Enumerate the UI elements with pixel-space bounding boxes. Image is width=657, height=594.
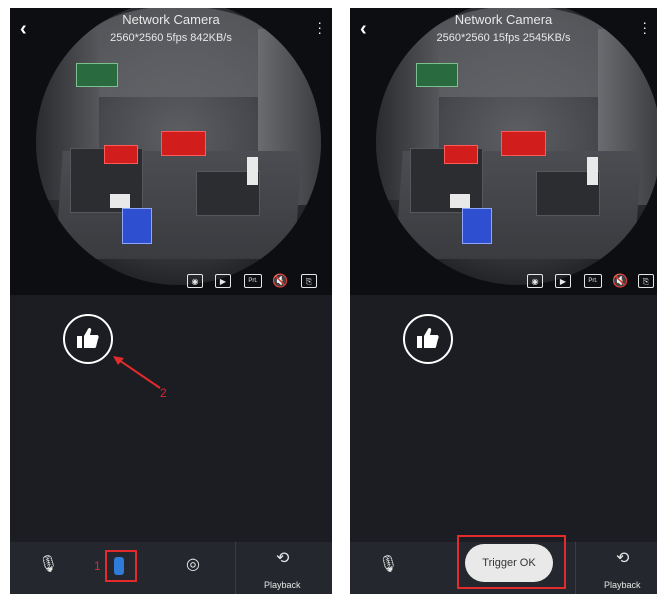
thumbs-up-icon[interactable] xyxy=(63,314,113,364)
ptz-icon[interactable]: ◎ xyxy=(186,554,200,574)
fullscreen-icon[interactable]: ⎘ xyxy=(301,274,317,288)
page-title: Network Camera xyxy=(122,12,220,27)
stream-stats: 2560*2560 5fps 842KB/s xyxy=(110,32,232,44)
prt-icon[interactable]: Prt. xyxy=(584,274,602,288)
divider xyxy=(235,542,236,594)
playback-icon[interactable]: ⟲ xyxy=(276,548,289,568)
bottom-control-bar: 🎙 ⟲ Playback Trigger OK xyxy=(350,535,657,594)
microphone-icon[interactable]: 🎙 xyxy=(378,554,398,574)
microphone-icon[interactable]: 🎙 xyxy=(38,554,58,574)
top-bar: ‹ Network Camera 2560*2560 5fps 842KB/s … xyxy=(10,8,332,52)
video-toolbar: ◉ ▶ Prt. 🔇 ⎘ xyxy=(350,272,657,294)
stream-stats: 2560*2560 15fps 2545KB/s xyxy=(436,32,571,44)
record-video-icon[interactable]: ▶ xyxy=(215,274,231,288)
playback-icon[interactable]: ⟲ xyxy=(616,548,629,568)
speaker-mute-icon[interactable]: 🔇 xyxy=(612,274,628,288)
page-title: Network Camera xyxy=(454,12,553,27)
top-bar: ‹ Network Camera 2560*2560 15fps 2545KB/… xyxy=(350,8,657,52)
bottom-control-bar: 🎙 1 ◎ ⟲ Playback xyxy=(10,542,332,594)
thumbs-up-icon[interactable] xyxy=(403,314,453,364)
camera-view-screen-left: ‹ Network Camera 2560*2560 5fps 842KB/s … xyxy=(10,8,332,594)
hand-touch-icon[interactable] xyxy=(114,557,124,575)
thumbs-up-glyph xyxy=(77,327,99,348)
live-video[interactable]: ‹ Network Camera 2560*2560 15fps 2545KB/… xyxy=(350,8,657,295)
record-video-icon[interactable]: ▶ xyxy=(555,274,571,288)
camera-icon[interactable]: ◉ xyxy=(187,274,203,288)
more-vertical-icon[interactable]: · · · xyxy=(642,15,647,39)
prt-icon[interactable]: Prt. xyxy=(244,274,262,288)
camera-icon[interactable]: ◉ xyxy=(527,274,543,288)
fullscreen-icon[interactable]: ⎘ xyxy=(638,274,654,288)
more-vertical-icon[interactable]: · · · xyxy=(317,15,322,39)
toast-message: Trigger OK xyxy=(465,544,553,582)
annotation-number-1: 1 xyxy=(94,559,101,573)
thumbs-up-glyph xyxy=(417,327,439,348)
speaker-mute-icon[interactable]: 🔇 xyxy=(272,274,288,288)
playback-label[interactable]: Playback xyxy=(604,580,641,590)
annotation-number-2: 2 xyxy=(160,386,167,400)
playback-label[interactable]: Playback xyxy=(264,580,301,590)
camera-view-screen-right: ‹ Network Camera 2560*2560 15fps 2545KB/… xyxy=(350,8,657,594)
divider xyxy=(575,542,576,594)
live-video[interactable]: ‹ Network Camera 2560*2560 5fps 842KB/s … xyxy=(10,8,332,295)
video-toolbar: ◉ ▶ Prt. 🔇 ⎘ xyxy=(10,272,332,294)
